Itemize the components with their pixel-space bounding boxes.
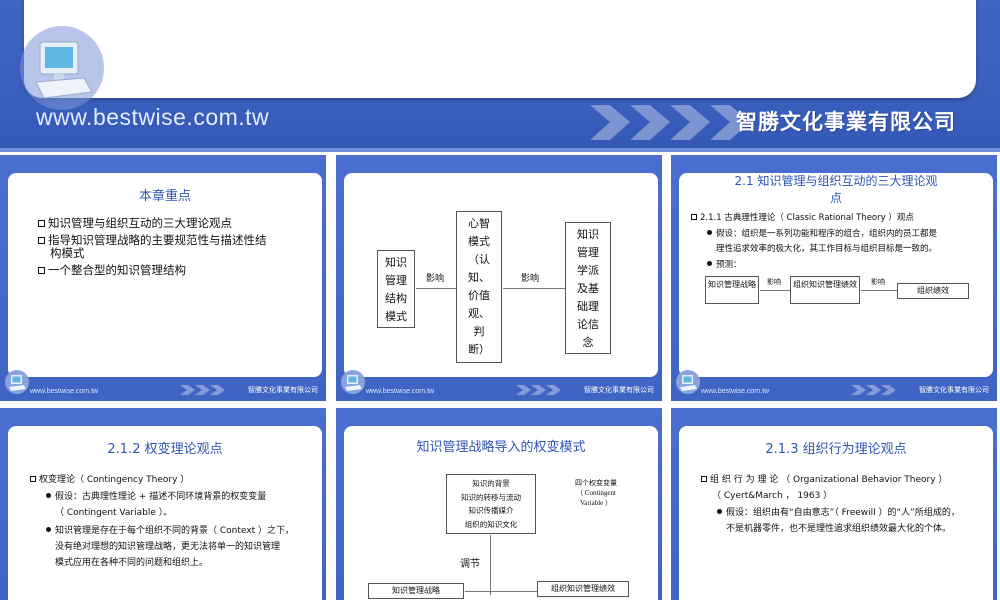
flow-box: 组织知识管理绩效 <box>790 276 860 304</box>
footer-url: www.bestwise.com.tw <box>701 388 770 395</box>
arrow-label: 影响 <box>521 274 540 284</box>
slide-title: 2.1.3 组织行为理论观点 <box>765 442 907 457</box>
divider <box>0 148 1000 152</box>
bullet-item: 知识管理与组织互动的三大理论观点 <box>38 216 232 230</box>
slide-thumbnail-5[interactable]: 知识管理战略导入的权变模式 知识的背景 知识的转移与流动 知识传播媒介 组织的知识文化… <box>336 408 662 600</box>
square-bullet-icon <box>30 476 36 482</box>
flow-box: 知识管理战略 <box>705 276 759 304</box>
footer-company: 智勝文化事業有限公司 <box>919 386 989 394</box>
adjust-label: 调节 <box>460 559 480 570</box>
bullet-item: 假设：古典理性理论 + 描述不同环境背景的权变变量 <box>46 490 266 505</box>
dot-bullet-icon <box>46 493 51 498</box>
dot-bullet-icon <box>717 509 722 514</box>
title-slide-fragment[interactable]: www.bestwise.com.tw 智勝文化事業有限公司 <box>0 0 1000 152</box>
bullet-item: 假设：组织由有“自由意志”（ Freewill ）的“人”所组成的， <box>717 506 960 521</box>
arrow-line <box>503 288 565 289</box>
arrow-line-vertical <box>490 535 491 595</box>
section-heading: 组 织 行 为 理 论 （ Organizational Behavior Th… <box>701 473 947 488</box>
arrow-line <box>760 290 790 291</box>
slide-body: 2.1 知识管理与组织互动的三大理论观点 2.1.1 古典理性理论（ Class… <box>679 173 993 377</box>
square-bullet-icon <box>38 237 45 244</box>
arrow-label: 影响 <box>426 274 445 284</box>
arrow-line <box>861 290 897 291</box>
arrows-decoration <box>516 385 561 395</box>
square-bullet-icon <box>701 476 707 482</box>
dot-bullet-icon <box>707 261 712 266</box>
km-performance-box: 组织知识管理绩效 <box>537 581 629 597</box>
arrow-line <box>465 591 537 592</box>
slide-body: 2.1.3 组织行为理论观点 组 织 行 为 理 论 （ Organizatio… <box>679 426 993 600</box>
square-bullet-icon <box>38 267 45 274</box>
footer-company: 智勝文化事業有限公司 <box>248 386 318 394</box>
computer-icon <box>5 370 29 394</box>
slide-title: 2.1.2 权变理论观点 <box>107 442 223 457</box>
square-bullet-icon <box>691 214 697 220</box>
section-heading: 2.1.1 古典理性理论（ Classic Rational Theory ）观… <box>691 211 914 226</box>
bullet-item: 知识管理是存在于每个组织不同的背景（ Context ）之下， <box>46 524 294 539</box>
company-name: 智勝文化事業有限公司 <box>736 110 956 134</box>
computer-icon <box>20 26 104 110</box>
slide-body: 本章重点 知识管理与组织互动的三大理论观点 指导知识管理战略的主要规范性与描述性… <box>8 173 322 377</box>
arrows-decoration <box>180 385 225 395</box>
bullet-item-continuation: 没有绝对理想的知识管理战略，更无法将单一的知识管理 <box>55 542 281 552</box>
km-school-box: 知识 管理 学派 及基 础理 论信念 <box>565 222 611 354</box>
slide-content-card <box>24 0 976 98</box>
bullet-item-continuation: 构模式 <box>50 246 85 260</box>
slide-title: 本章重点 <box>138 189 191 204</box>
footer-company: 智勝文化事業有限公司 <box>584 386 654 394</box>
slide-thumbnail-2[interactable]: 知识 管理 结构 模式 影响 心智 模式 （认 知、 价值 观、判断） 影响 知识 管理 学派 及基础… <box>336 155 662 401</box>
bullet-item: 假设：组织是一系列功能和程序的组合，组织内的员工都是 <box>707 227 937 242</box>
square-bullet-icon <box>38 220 45 227</box>
side-note: 四个权变变量（ Contingent Variable ） <box>575 479 617 507</box>
slide-thumbnail-6[interactable]: 2.1.3 组织行为理论观点 组 织 行 为 理 论 （ Organizatio… <box>671 408 997 600</box>
footer-url: www.bestwise.com.tw <box>366 388 435 395</box>
bullet-item-continuation: 模式应用在各种不同的问题和组织上。 <box>55 558 209 568</box>
dot-bullet-icon <box>46 527 51 532</box>
footer-url: www.bestwise.com.tw <box>30 388 99 395</box>
computer-icon <box>676 370 700 394</box>
section-heading-continuation: （ Cyert&March ， 1963 ） <box>712 491 833 501</box>
bullet-item-continuation: 理性追求效率的极大化，其工作目标与组织目标是一致的。 <box>716 244 938 254</box>
slide-thumbnail-1[interactable]: 本章重点 知识管理与组织互动的三大理论观点 指导知识管理战略的主要规范性与描述性… <box>0 155 326 401</box>
arrows-decoration <box>851 385 896 395</box>
slide-body: 2.1.2 权变理论观点 权变理论（ Contingency Theory ） … <box>8 426 322 600</box>
slide-title: 2.1 知识管理与组织互动的三大理论观点 <box>734 174 938 205</box>
section-heading: 权变理论（ Contingency Theory ） <box>30 473 189 488</box>
contingent-variables-box: 知识的背景 知识的转移与流动 知识传播媒介 组织的知识文化 <box>446 474 536 534</box>
mental-model-box: 心智 模式 （认 知、 价值 观、判断） <box>456 211 502 363</box>
slide-title: 知识管理战略导入的权变模式 <box>416 440 586 455</box>
arrow-line <box>416 288 456 289</box>
flow-box: 组织绩效 <box>897 283 969 299</box>
bullet-item: 预测： <box>707 258 742 273</box>
slide-thumbnail-4[interactable]: 2.1.2 权变理论观点 权变理论（ Contingency Theory ） … <box>0 408 326 600</box>
dot-bullet-icon <box>707 230 712 235</box>
slide-body: 知识管理战略导入的权变模式 知识的背景 知识的转移与流动 知识传播媒介 组织的知识文化… <box>344 426 658 600</box>
km-structure-box: 知识 管理 结构 模式 <box>377 250 415 328</box>
bullet-item-continuation: （ Contingent Variable ）。 <box>55 508 173 518</box>
slide-thumbnail-3[interactable]: 2.1 知识管理与组织互动的三大理论观点 2.1.1 古典理性理论（ Class… <box>671 155 997 401</box>
bullet-item-continuation: 不是机器零件，也不是理性追求组织绩效最大化的个体。 <box>726 524 952 534</box>
slide-body: 知识 管理 结构 模式 影响 心智 模式 （认 知、 价值 观、判断） 影响 知识 管理 学派 及基础… <box>344 173 658 377</box>
computer-icon <box>341 370 365 394</box>
bullet-item: 指导知识管理战略的主要规范性与描述性结 <box>38 233 267 247</box>
website-url: www.bestwise.com.tw <box>36 104 270 130</box>
arrow-label: 影响 <box>767 278 781 286</box>
arrows-decoration <box>590 105 750 140</box>
km-strategy-box: 知识管理战略 <box>368 583 464 599</box>
bullet-item: 一个整合型的知识管理结构 <box>38 263 186 277</box>
arrow-label: 影响 <box>871 278 885 286</box>
